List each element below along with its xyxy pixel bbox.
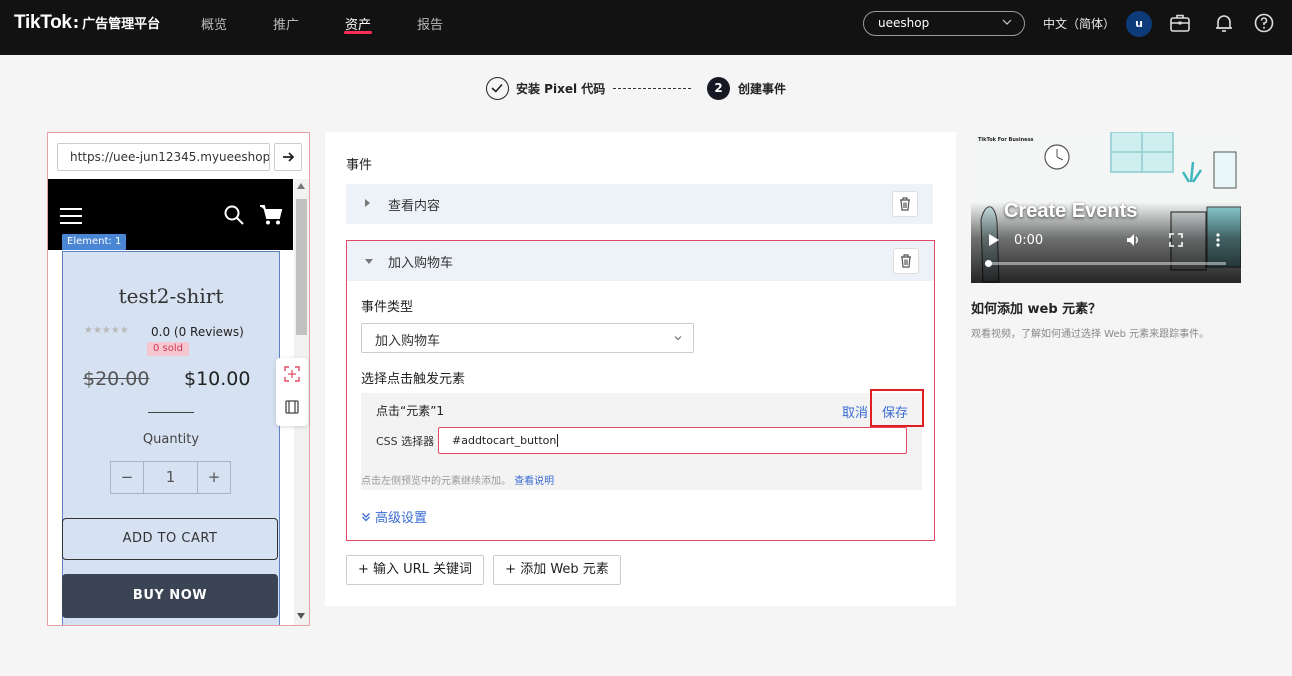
step1-check-icon bbox=[486, 77, 509, 100]
video-title: Create Events bbox=[1004, 200, 1138, 222]
caret-down-icon[interactable] bbox=[365, 259, 373, 264]
event-name: 加入购物车 bbox=[388, 256, 454, 271]
advanced-settings-toggle[interactable]: 高级设置 bbox=[361, 507, 427, 526]
volume-icon[interactable] bbox=[1125, 232, 1141, 248]
trash-icon bbox=[900, 197, 910, 211]
event-type-value: 加入购物车 bbox=[375, 334, 441, 349]
delete-event-button[interactable] bbox=[893, 248, 919, 274]
nav-overview[interactable]: 概览 bbox=[201, 14, 227, 33]
event-type-label: 事件类型 bbox=[361, 300, 414, 315]
bell-icon[interactable] bbox=[1213, 12, 1235, 34]
sold-badge: 0 sold bbox=[147, 342, 189, 356]
preview-url-input[interactable]: https://uee-jun12345.myueeshop.com bbox=[57, 143, 270, 171]
rating-stars-icon: ★★★★★ bbox=[84, 325, 129, 336]
event-config-panel: 事件 查看内容 加入购物车 事件类型 加入购物车 选择点击触发元素 点击“元素”… bbox=[325, 132, 956, 606]
nav-campaign[interactable]: 推广 bbox=[273, 14, 299, 33]
product-title: test2-shirt bbox=[118, 284, 224, 308]
video-brand: TikTok For Business bbox=[978, 137, 1034, 143]
add-url-keyword-button[interactable]: + 输入 URL 关键词 bbox=[346, 555, 484, 585]
click-element-title: 点击“元素”1 bbox=[376, 404, 445, 418]
view-instructions-link[interactable]: 查看说明 bbox=[514, 476, 554, 487]
quantity-label: Quantity bbox=[142, 432, 200, 447]
events-section-title: 事件 bbox=[346, 158, 373, 173]
step-connector bbox=[613, 88, 691, 89]
advanced-settings-label: 高级设置 bbox=[375, 511, 428, 526]
step2-number: 2 bbox=[707, 77, 730, 100]
cancel-button[interactable]: 取消 bbox=[842, 402, 868, 421]
top-bar: TikTok : 广告管理平台 概览 推广 资产 报告 ueeshop 中文（简… bbox=[0, 0, 1292, 55]
product-card[interactable]: test2-shirt ★★★★★ 0.0 (0 Reviews) 0 sold… bbox=[62, 251, 280, 625]
hamburger-menu-icon[interactable] bbox=[59, 206, 83, 226]
quantity-stepper: − 1 + bbox=[110, 461, 231, 494]
help-description: 观看视频，了解如何通过选择 Web 元素来跟踪事件。 bbox=[971, 329, 1210, 340]
add-web-element-button[interactable]: + 添加 Web 元素 bbox=[493, 555, 621, 585]
save-button[interactable]: 保存 bbox=[870, 389, 924, 427]
nav-active-indicator bbox=[344, 31, 372, 34]
quantity-minus-button[interactable]: − bbox=[111, 462, 144, 493]
go-button[interactable] bbox=[274, 143, 302, 171]
website-preview: https://uee-jun12345.myueeshop.com Eleme… bbox=[47, 132, 310, 626]
original-price: $20.00 bbox=[83, 368, 150, 390]
rating-text: 0.0 (0 Reviews) bbox=[151, 325, 244, 339]
language-switcher[interactable]: 中文（简体） bbox=[1043, 15, 1115, 32]
step1-label: 安装 Pixel 代码 bbox=[516, 82, 606, 96]
buy-now-button[interactable]: BUY NOW bbox=[62, 574, 278, 618]
caret-right-icon[interactable] bbox=[365, 199, 370, 207]
divider bbox=[148, 412, 194, 413]
account-selector[interactable]: ueeshop bbox=[863, 11, 1025, 36]
tiktok-ads-logo[interactable]: TikTok : 广告管理平台 bbox=[14, 12, 160, 34]
more-options-icon[interactable] bbox=[1215, 232, 1221, 248]
cart-icon[interactable] bbox=[259, 204, 283, 226]
event-name: 查看内容 bbox=[388, 199, 441, 214]
scroll-down-icon[interactable] bbox=[297, 613, 305, 619]
book-icon[interactable] bbox=[284, 399, 300, 415]
arrow-right-icon bbox=[283, 152, 295, 162]
scroll-up-icon[interactable] bbox=[297, 183, 305, 189]
step2-label: 创建事件 bbox=[738, 82, 787, 96]
preview-tools bbox=[276, 358, 308, 426]
help-title: 如何添加 web 元素？ bbox=[971, 302, 1102, 317]
delete-event-button[interactable] bbox=[892, 191, 918, 217]
sale-price: $10.00 bbox=[184, 368, 251, 390]
logo-subtitle: 广告管理平台 bbox=[82, 17, 161, 32]
briefcase-icon[interactable] bbox=[1169, 12, 1191, 34]
video-progress-handle[interactable] bbox=[985, 260, 992, 267]
element-select-icon[interactable] bbox=[284, 366, 300, 382]
text-cursor bbox=[557, 434, 559, 447]
tutorial-video[interactable]: TikTok For Business Create Events 0:00 bbox=[971, 132, 1241, 283]
scroll-thumb[interactable] bbox=[296, 199, 307, 335]
play-icon[interactable] bbox=[987, 232, 1001, 248]
video-progress-bar[interactable] bbox=[985, 260, 1226, 267]
event-card-header[interactable]: 加入购物车 bbox=[347, 241, 934, 281]
quantity-plus-button[interactable]: + bbox=[198, 462, 230, 493]
logo-text: TikTok bbox=[14, 12, 72, 33]
event-type-select[interactable]: 加入购物车 bbox=[361, 323, 694, 353]
logo-separator: : bbox=[72, 13, 80, 32]
add-to-cart-button[interactable]: ADD TO CART bbox=[62, 518, 278, 560]
help-icon[interactable] bbox=[1253, 12, 1275, 34]
quantity-input[interactable]: 1 bbox=[144, 462, 198, 493]
account-name: ueeshop bbox=[878, 16, 930, 30]
double-chevron-down-icon bbox=[362, 513, 370, 522]
css-selector-value: #addtocart_button bbox=[452, 434, 557, 447]
event-item-view-content[interactable]: 查看内容 bbox=[346, 184, 933, 224]
trash-icon bbox=[901, 254, 911, 268]
fullscreen-icon[interactable] bbox=[1169, 233, 1183, 247]
search-icon[interactable] bbox=[223, 204, 245, 226]
video-time: 0:00 bbox=[1014, 233, 1044, 248]
nav-reports[interactable]: 报告 bbox=[417, 14, 443, 33]
chevron-down-icon bbox=[674, 336, 682, 341]
avatar[interactable]: u bbox=[1126, 11, 1152, 37]
css-selector-label: CSS 选择器 bbox=[376, 435, 435, 448]
element-tag: Element: 1 bbox=[62, 234, 127, 250]
css-selector-input[interactable]: #addtocart_button bbox=[438, 427, 907, 454]
chevron-down-icon bbox=[1002, 19, 1012, 25]
trigger-element-label: 选择点击触发元素 bbox=[361, 372, 466, 387]
hint-text: 点击左侧预览中的元素继续添加。 查看说明 bbox=[361, 476, 555, 487]
event-item-add-to-cart: 加入购物车 事件类型 加入购物车 选择点击触发元素 点击“元素”1 取消 保存 … bbox=[346, 240, 935, 541]
